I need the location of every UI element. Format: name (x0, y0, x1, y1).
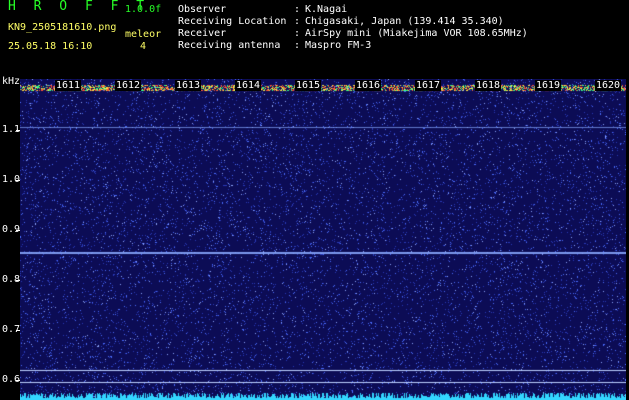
meta-receiver: Receiver : AirSpy mini (Miakejima VOR 10… (178, 28, 618, 39)
x-tick-label: 1619 (535, 80, 562, 91)
spectrogram-plot (20, 79, 626, 400)
x-tick-label: 1614 (235, 80, 262, 91)
meta-value: Chigasaki, Japan (139.414 35.340) (305, 16, 504, 27)
x-tick-label: 1613 (175, 80, 202, 91)
meta-colon: : (294, 4, 301, 15)
meta-colon: : (294, 16, 301, 27)
meta-value: K.Nagai (305, 4, 348, 15)
meta-key: Receiving antenna (178, 40, 281, 51)
meta-location: Receiving Location : Chigasaki, Japan (1… (178, 16, 618, 27)
meteor-count: 4 (140, 41, 147, 52)
timestamp: 25.05.18 16:10 (8, 41, 93, 52)
x-tick-label: 1612 (115, 80, 142, 91)
meteor-label: meleor (125, 29, 162, 40)
meta-key: Receiving Location (178, 16, 287, 27)
meta-key: Receiver (178, 28, 227, 39)
y-unit-label: kHz (2, 76, 21, 87)
meta-colon: : (294, 28, 301, 39)
meta-key: Observer (178, 4, 227, 15)
x-tick-label: 1618 (475, 80, 502, 91)
spectrogram-canvas (20, 79, 626, 400)
x-tick-label: 1616 (355, 80, 382, 91)
x-tick-label: 1615 (295, 80, 322, 91)
meta-observer: Observer : K.Nagai (178, 4, 618, 15)
meta-colon: : (294, 40, 301, 51)
meta-antenna: Receiving antenna : Maspro FM-3 (178, 40, 618, 51)
app-version: 1.0.0f (125, 4, 162, 15)
meta-value: AirSpy mini (Miakejima VOR 108.65MHz) (305, 28, 528, 39)
file-name: KN9_2505181610.png (8, 22, 117, 33)
meta-value: Maspro FM-3 (305, 40, 372, 51)
x-tick-label: 1620 (595, 80, 622, 91)
x-tick-label: 1617 (415, 80, 442, 91)
x-tick-label: 1611 (55, 80, 82, 91)
